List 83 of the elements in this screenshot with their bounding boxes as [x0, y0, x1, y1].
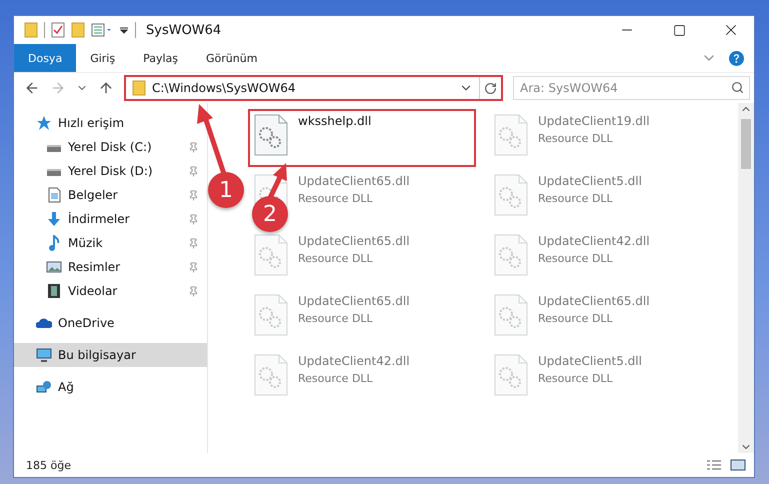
- sidebar-label: Yerel Disk (D:): [68, 164, 154, 178]
- file-type: Resource DLL: [298, 252, 374, 265]
- sidebar-label: Bu bilgisayar: [58, 348, 137, 362]
- folder-icon: [24, 22, 38, 38]
- file-name[interactable]: UpdateClient5.dll: [538, 174, 642, 188]
- settings-file-icon: [494, 294, 528, 336]
- file-name[interactable]: UpdateClient65.dll: [538, 294, 650, 308]
- file-type: Resource DLL: [538, 132, 614, 145]
- sidebar-item[interactable]: Bu bilgisayar: [14, 343, 207, 367]
- help-icon[interactable]: [729, 50, 744, 66]
- sidebar-item[interactable]: Müzik: [14, 231, 207, 255]
- step-number: 1: [208, 172, 244, 208]
- file-type: Resource DLL: [538, 312, 614, 325]
- down-arrow-icon: [46, 211, 62, 227]
- sidebar-label: Belgeler: [68, 188, 119, 202]
- file-name[interactable]: UpdateClient19.dll: [538, 114, 650, 128]
- file-name[interactable]: UpdateClient65.dll: [298, 174, 410, 188]
- ribbon-tab[interactable]: Görünüm: [192, 44, 272, 72]
- file-type: Resource DLL: [538, 252, 614, 265]
- file-name[interactable]: UpdateClient42.dll: [538, 234, 650, 248]
- sidebar-item[interactable]: OneDrive: [14, 311, 207, 335]
- ribbon-tab[interactable]: Giriş: [76, 44, 130, 72]
- address-bar[interactable]: C:\Windows\SysWOW64: [124, 75, 503, 101]
- thumbnail-view-icon[interactable]: [730, 459, 746, 471]
- settings-file-icon: [254, 294, 288, 336]
- settings-file-icon: [494, 234, 528, 276]
- checklist-icon[interactable]: [51, 22, 65, 38]
- address-path: C:\Windows\SysWOW64: [152, 81, 296, 95]
- sidebar-item[interactable]: Videolar: [14, 279, 207, 303]
- dropdown-icon[interactable]: [119, 25, 129, 35]
- folder-icon: [132, 80, 146, 96]
- film-icon: [46, 283, 62, 299]
- sidebar-item[interactable]: Resimler: [14, 255, 207, 279]
- sidebar-item[interactable]: Belgeler: [14, 183, 207, 207]
- file-type: Resource DLL: [298, 312, 374, 325]
- search-field[interactable]: Ara: SysWOW64: [513, 76, 750, 100]
- window-title: SysWOW64: [146, 22, 222, 38]
- sidebar-item[interactable]: Yerel Disk (D:): [14, 159, 207, 183]
- ribbon-tab[interactable]: Dosya: [14, 44, 76, 72]
- settings-file-icon: [254, 114, 288, 156]
- file-type: Resource DLL: [538, 192, 614, 205]
- music-note-icon: [46, 235, 62, 251]
- monitor-icon: [36, 347, 52, 363]
- settings-file-icon: [494, 114, 528, 156]
- sidebar-label: İndirmeler: [68, 212, 131, 226]
- network-icon: [36, 379, 52, 395]
- sidebar-label: Videolar: [68, 284, 118, 298]
- sidebar-label: OneDrive: [58, 316, 116, 330]
- file-name[interactable]: UpdateClient65.dll: [298, 234, 410, 248]
- settings-file-icon: [494, 174, 528, 216]
- sidebar-item[interactable]: İndirmeler: [14, 207, 207, 231]
- sidebar-label: Ağ: [58, 380, 75, 394]
- sidebar-label: Hızlı erişim: [58, 116, 126, 130]
- settings-file-icon: [494, 354, 528, 396]
- sidebar-label: Resimler: [68, 260, 122, 274]
- details-view-icon[interactable]: [706, 459, 722, 471]
- settings-file-icon: [254, 354, 288, 396]
- picture-icon: [46, 259, 62, 275]
- document-icon: [46, 187, 62, 203]
- step-number: 2: [252, 196, 288, 232]
- sidebar-item[interactable]: Yerel Disk (C:): [14, 135, 207, 159]
- file-type: Resource DLL: [298, 192, 374, 205]
- sidebar-item[interactable]: Ağ: [14, 375, 207, 399]
- file-type: Resource DLL: [298, 372, 374, 385]
- file-type: Resource DLL: [538, 372, 614, 385]
- settings-file-icon: [254, 234, 288, 276]
- maximize-icon[interactable]: [672, 24, 686, 36]
- sidebar-label: Yerel Disk (C:): [68, 140, 153, 154]
- sidebar-item[interactable]: Hızlı erişim: [14, 111, 207, 135]
- scrollbar[interactable]: [738, 103, 754, 453]
- ribbon-tab[interactable]: Paylaş: [129, 44, 192, 72]
- arrow: [197, 104, 226, 175]
- file-name[interactable]: wksshelp.dll: [298, 114, 372, 128]
- sidebar-label: Müzik: [68, 236, 104, 250]
- file-name[interactable]: UpdateClient42.dll: [298, 354, 410, 368]
- item-count: 185 öğe: [26, 458, 72, 472]
- star-icon: [36, 115, 52, 131]
- file-name[interactable]: UpdateClient65.dll: [298, 294, 410, 308]
- properties-icon[interactable]: [91, 23, 113, 37]
- scroll-thumb[interactable]: [741, 119, 751, 169]
- file-name[interactable]: UpdateClient5.dll: [538, 354, 642, 368]
- search-icon: [731, 81, 744, 94]
- refresh-icon[interactable]: [484, 82, 497, 94]
